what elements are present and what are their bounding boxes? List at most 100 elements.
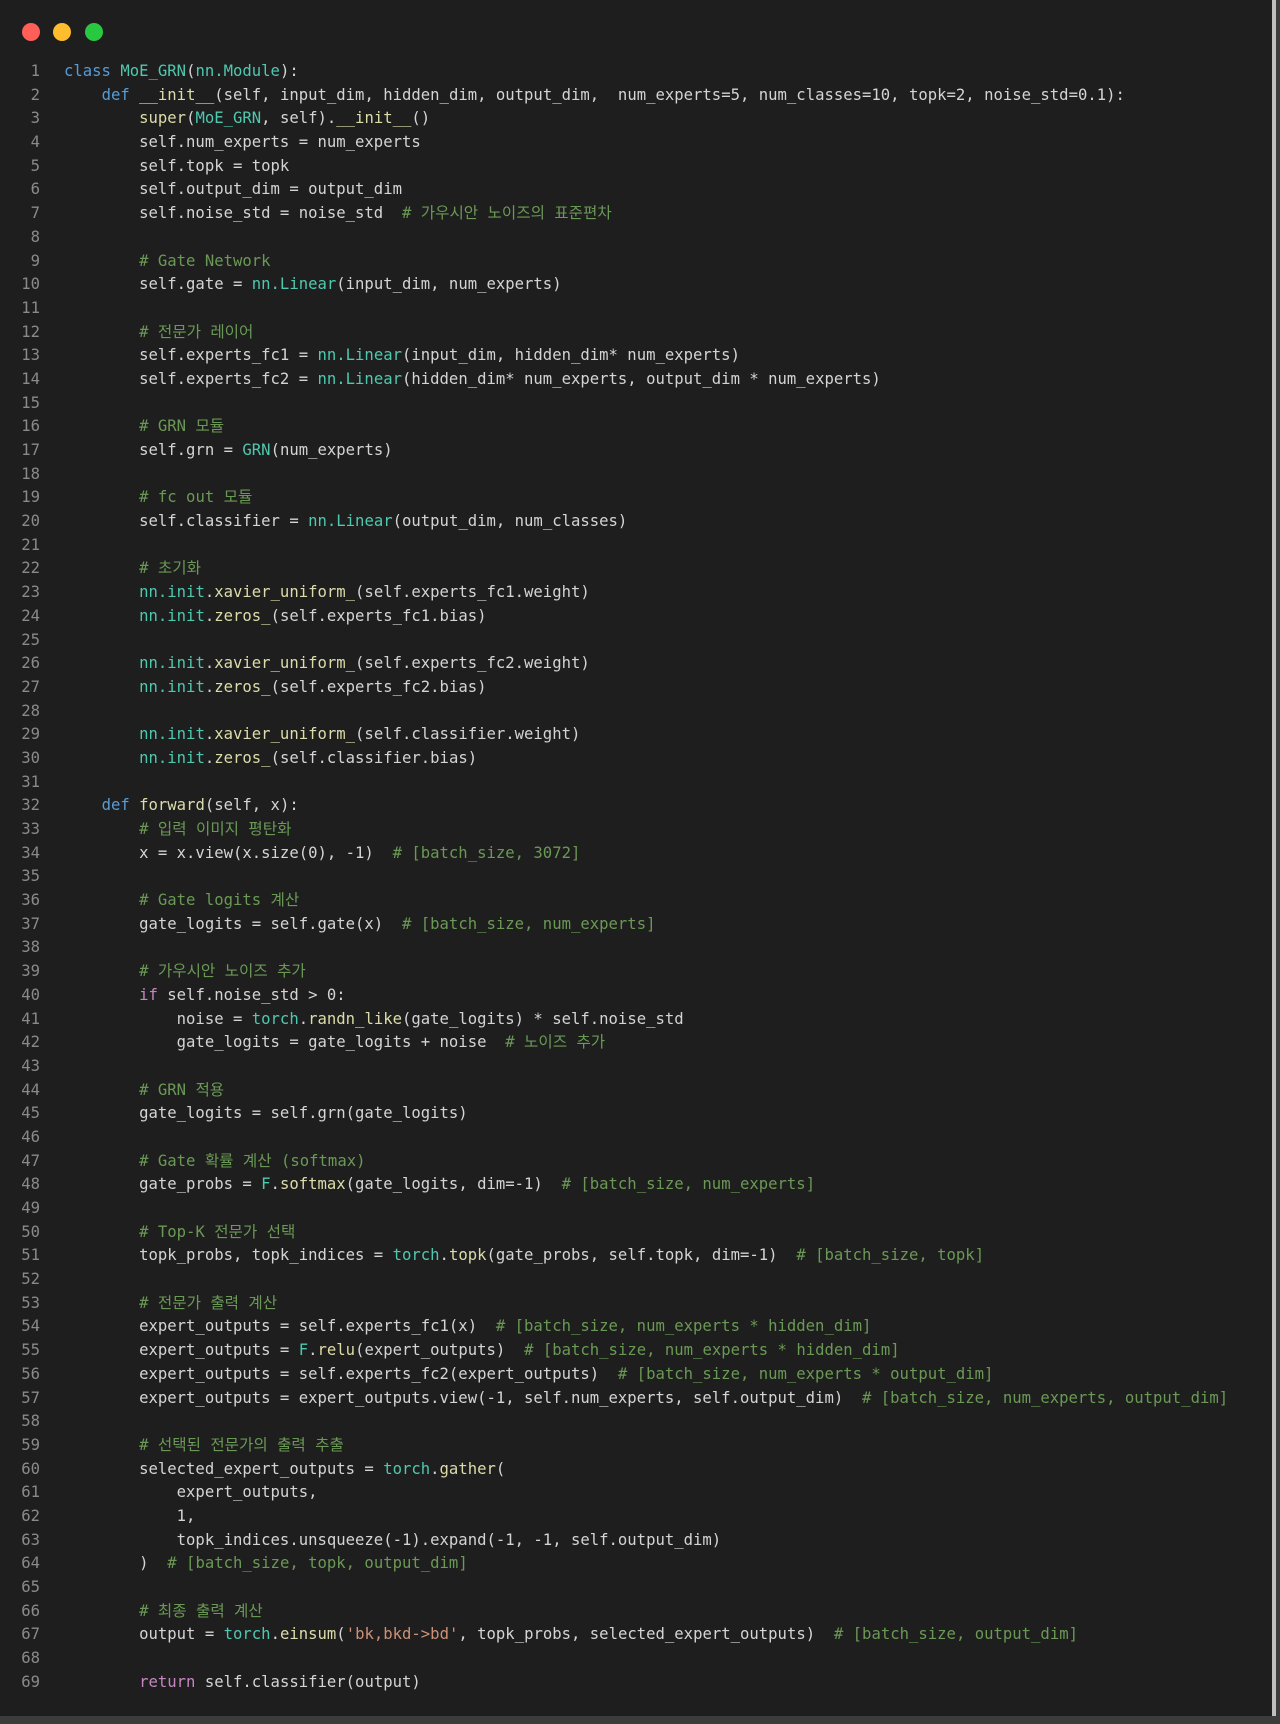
- line-number: 18: [21, 464, 40, 483]
- line-text: nn.init.xavier_uniform_(self.classifier.…: [64, 723, 580, 747]
- code-line: 34 x = x.view(x.size(0), -1) # [batch_si…: [0, 842, 1270, 866]
- code-line: 42 gate_logits = gate_logits + noise # 노…: [0, 1031, 1270, 1055]
- line-text: self.experts_fc2 = nn.Linear(hidden_dim*…: [64, 368, 881, 392]
- line-text: expert_outputs,: [64, 1481, 318, 1505]
- code-token: x = x.view(x.size(0), -1): [64, 843, 393, 862]
- code-line: 45 gate_logits = self.grn(gate_logits): [0, 1102, 1270, 1126]
- code-window: 1 class MoE_GRN(nn.Module): 2 def __init__…: [0, 0, 1276, 1716]
- line-text: # Gate 확률 계산 (softmax): [64, 1150, 365, 1174]
- code-line: 57 expert_outputs = expert_outputs.view(…: [0, 1387, 1270, 1411]
- line-text: # 초기화: [64, 557, 201, 581]
- code-token: .: [204, 677, 215, 696]
- line-number: 36: [21, 891, 40, 910]
- minimize-window-button[interactable]: [53, 23, 71, 41]
- code-token: noise =: [64, 1009, 252, 1028]
- code-token: torch: [223, 1625, 271, 1644]
- line-number: 33: [21, 820, 40, 838]
- code-token: .: [308, 1341, 318, 1360]
- code-token: self.num_experts = num_experts: [64, 133, 421, 152]
- code-token: # [batch_size, num_experts * hidden_dim]: [524, 1341, 900, 1360]
- code-line: 24 nn.init.zeros_(self.experts_fc1.bias): [0, 605, 1270, 629]
- code-line: 11: [0, 297, 1270, 321]
- line-number: 3: [30, 109, 40, 128]
- code-line: 12 # 전문가 레이어: [0, 321, 1270, 345]
- line-text: super(MoE_GRN, self).__init__(): [64, 107, 430, 131]
- line-text: gate_logits = self.gate(x) # [batch_size…: [64, 913, 655, 937]
- line-number: 25: [21, 630, 40, 649]
- code-token: nn.Linear: [317, 369, 402, 388]
- code-line: 47 # Gate 확률 계산 (softmax): [0, 1150, 1270, 1174]
- line-number: 41: [21, 1009, 40, 1028]
- code-line: 48 gate_probs = F.softmax(gate_logits, d…: [0, 1173, 1270, 1197]
- line-number: 2: [30, 85, 40, 104]
- line-number: 26: [21, 654, 40, 673]
- line-text: topk_probs, topk_indices = torch.topk(ga…: [64, 1244, 984, 1268]
- line-text: 1,: [64, 1505, 196, 1529]
- line-text: # 최종 출력 계산: [64, 1600, 263, 1624]
- line-number: 6: [30, 180, 40, 199]
- line-text: selected_expert_outputs = torch.gather(: [64, 1458, 505, 1482]
- code-token: # Top-K 전문가 선택: [139, 1222, 296, 1241]
- code-token: # [batch_size, topk, output_dim]: [167, 1554, 468, 1573]
- code-token: # 전문가 출력 계산: [139, 1293, 278, 1312]
- line-number: 69: [21, 1672, 40, 1691]
- line-text: # GRN 모듈: [64, 415, 224, 439]
- code-token: .: [298, 1009, 309, 1028]
- line-number: 40: [21, 985, 40, 1004]
- line-text: expert_outputs = self.experts_fc2(expert…: [64, 1363, 993, 1387]
- code-token: output =: [64, 1625, 224, 1644]
- code-editor: 1 class MoE_GRN(nn.Module): 2 def __init__…: [0, 60, 1270, 1694]
- zoom-window-button[interactable]: [85, 23, 103, 41]
- code-line: 44 # GRN 적용: [0, 1079, 1270, 1103]
- code-token: 'bk,bkd->bd': [345, 1625, 459, 1644]
- code-token: , self).: [261, 109, 337, 128]
- code-token: (): [411, 109, 431, 128]
- code-line: 25: [0, 629, 1270, 653]
- code-token: nn.init: [139, 748, 205, 767]
- code-token: (self.classifier.weight): [355, 725, 581, 744]
- code-line: 36 # Gate logits 계산: [0, 889, 1270, 913]
- code-line: 16 # GRN 모듈: [0, 415, 1270, 439]
- code-token: (self.classifier.bias): [270, 748, 478, 767]
- code-line: 35: [0, 865, 1270, 889]
- code-line: 37 gate_logits = self.gate(x) # [batch_s…: [0, 913, 1270, 937]
- code-token: relu: [317, 1341, 356, 1360]
- line-text: def forward(self, x):: [64, 794, 299, 818]
- line-number: 63: [21, 1530, 40, 1549]
- line-number: 59: [21, 1435, 40, 1454]
- line-number: 24: [21, 606, 40, 625]
- code-token: (input_dim, hidden_dim* num_experts): [401, 346, 740, 365]
- code-token: .: [204, 748, 215, 767]
- code-line: 14 self.experts_fc2 = nn.Linear(hidden_d…: [0, 368, 1270, 392]
- code-line: 55 expert_outputs = F.relu(expert_output…: [0, 1339, 1270, 1363]
- code-token: (gate_logits) * self.noise_std: [402, 1009, 684, 1028]
- line-number: 60: [21, 1459, 40, 1478]
- code-line: 38: [0, 936, 1270, 960]
- line-number: 66: [21, 1601, 40, 1620]
- close-window-button[interactable]: [22, 23, 40, 41]
- line-text: nn.init.zeros_(self.classifier.bias): [64, 747, 477, 771]
- code-token: F: [298, 1341, 309, 1360]
- line-number: 20: [21, 512, 40, 531]
- line-number: 42: [21, 1033, 40, 1052]
- line-text: nn.init.zeros_(self.experts_fc1.bias): [64, 605, 486, 629]
- code-token: # 입력 이미지 평탄화: [139, 820, 292, 838]
- code-line: 9 # Gate Network: [0, 250, 1270, 274]
- code-token: nn.init: [139, 606, 205, 625]
- window-titlebar: [0, 0, 1272, 60]
- line-number: 23: [21, 583, 40, 602]
- line-number: 62: [21, 1506, 40, 1525]
- line-number: 4: [30, 133, 40, 152]
- code-token: gate_logits = self.grn(gate_logits): [64, 1104, 468, 1123]
- line-number: 67: [21, 1625, 40, 1644]
- code-line: 60 selected_expert_outputs = torch.gathe…: [0, 1458, 1270, 1482]
